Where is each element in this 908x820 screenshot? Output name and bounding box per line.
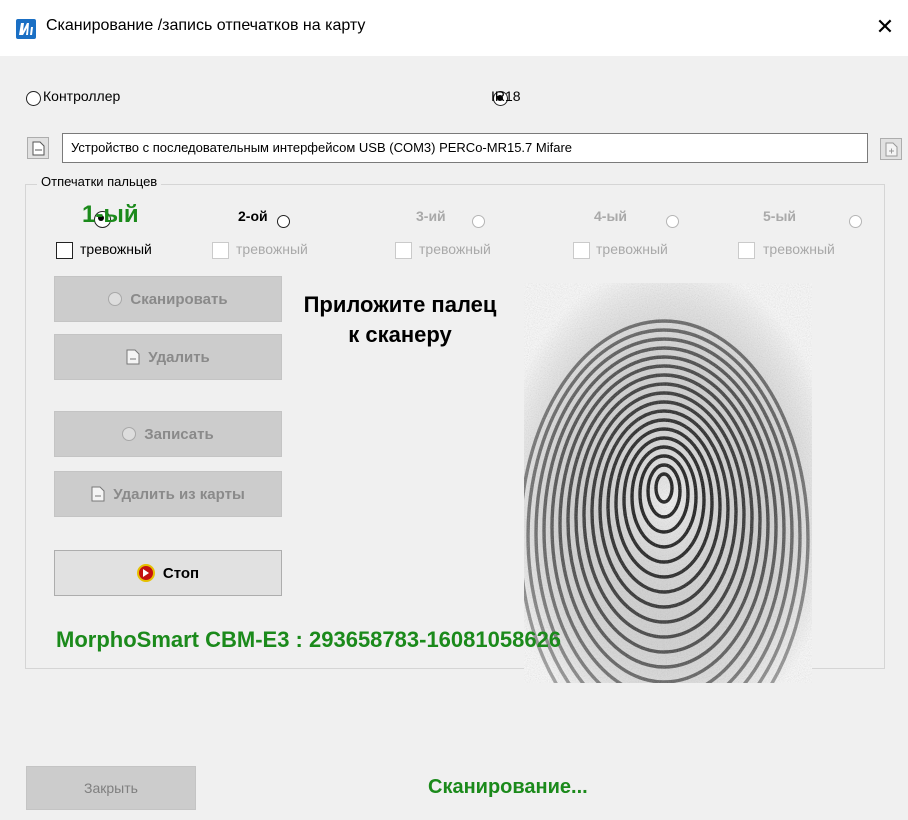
close-icon[interactable]: ✕: [870, 12, 900, 42]
finger-1-alarm-label[interactable]: тревожный: [80, 241, 152, 257]
finger-2-alarm-label: тревожный: [236, 241, 308, 257]
stop-icon: [136, 564, 155, 582]
finger-5-alarm-checkbox: [738, 242, 755, 259]
scanner-info: MorphoSmart CBM-E3 : 293658783-160810586…: [56, 627, 562, 652]
finger-4-alarm-checkbox: [573, 242, 590, 259]
write-button[interactable]: Записать: [54, 411, 282, 457]
finger-3-alarm-checkbox: [395, 242, 412, 259]
device-select-field[interactable]: Устройство с последовательным интерфейсо…: [62, 133, 868, 163]
scan-icon: [108, 292, 123, 306]
document-icon: [32, 141, 45, 156]
controller-radio-label[interactable]: Контроллер: [43, 88, 120, 104]
controller-radio[interactable]: [26, 91, 41, 106]
device-document-button[interactable]: [27, 137, 49, 159]
delete-from-card-button[interactable]: Удалить из карты: [54, 471, 282, 517]
delete-button-label: Удалить: [148, 348, 210, 366]
fingerprints-group-title: Отпечатки пальцев: [37, 174, 162, 189]
stop-button[interactable]: Стоп: [54, 550, 282, 596]
finger-3-radio: [471, 215, 485, 228]
fingerprint-image: [518, 283, 812, 759]
finger-4-alarm-label: тревожный: [596, 241, 668, 257]
app-icon: [16, 19, 36, 39]
finger-3-alarm-label: тревожный: [419, 241, 491, 257]
document-icon: [126, 349, 140, 365]
finger-2-radio[interactable]: [276, 215, 290, 228]
ir18-radio-label[interactable]: IR18: [491, 88, 521, 104]
write-icon: [122, 427, 137, 441]
scan-button[interactable]: Сканировать: [54, 276, 282, 322]
finger-5-alarm-label: тревожный: [763, 241, 835, 257]
close-button[interactable]: Закрыть: [26, 766, 196, 810]
finger-2-label[interactable]: 2-ой: [238, 208, 268, 224]
scan-button-label: Сканировать: [130, 290, 228, 308]
finger-2-alarm-checkbox: [212, 242, 229, 259]
delete-from-card-button-label: Удалить из карты: [113, 485, 245, 503]
finger-1-label[interactable]: 1-ый: [82, 201, 139, 229]
write-button-label: Записать: [144, 425, 214, 443]
finger-4-label: 4-ый: [594, 208, 628, 224]
document-icon: [91, 486, 105, 502]
scan-prompt: Приложите палец к сканеру: [303, 292, 497, 347]
finger-3-label: 3-ий: [416, 208, 446, 224]
add-document-icon: [885, 142, 898, 157]
status-text: Сканирование...: [428, 776, 588, 798]
stop-button-label: Стоп: [162, 564, 200, 582]
finger-1-alarm-checkbox[interactable]: [56, 242, 73, 259]
add-device-button[interactable]: [880, 138, 902, 160]
delete-button[interactable]: Удалить: [54, 334, 282, 380]
window-title: Сканирование /запись отпечатков на карту: [46, 17, 366, 34]
finger-5-label: 5-ый: [763, 208, 797, 224]
